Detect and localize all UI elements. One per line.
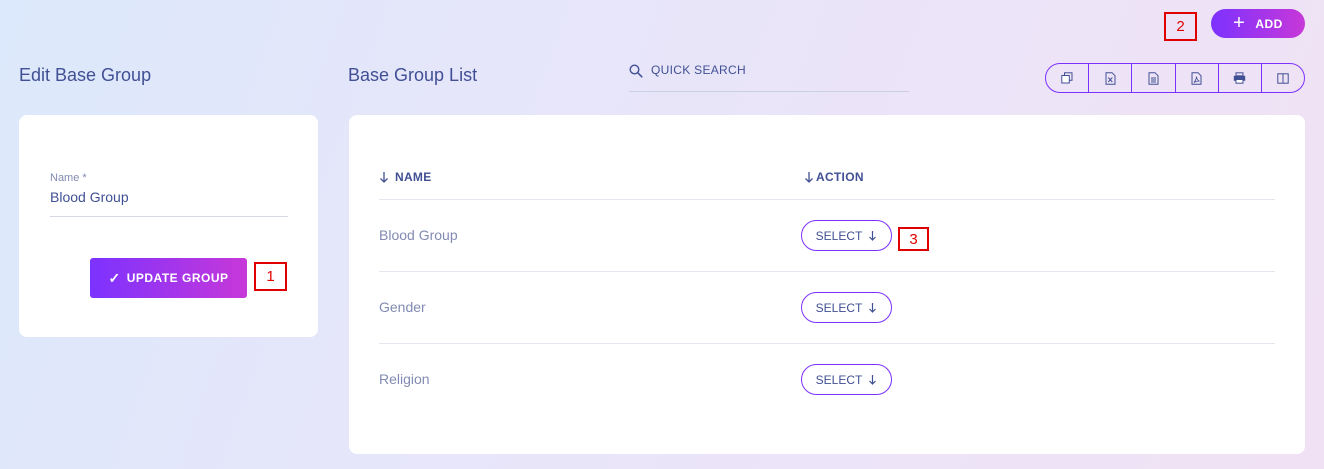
update-group-label: UPDATE GROUP bbox=[126, 271, 229, 285]
marker-label: 2 bbox=[1176, 18, 1185, 35]
select-button[interactable]: SELECT bbox=[801, 292, 892, 323]
copy-button[interactable] bbox=[1046, 64, 1090, 92]
arrow-down-icon bbox=[869, 375, 877, 385]
arrow-down-icon bbox=[805, 172, 813, 183]
quick-search[interactable]: QUICK SEARCH bbox=[629, 58, 909, 92]
table-row-name: Gender bbox=[379, 299, 426, 315]
print-icon bbox=[1234, 72, 1246, 84]
select-button[interactable]: SELECT bbox=[801, 220, 892, 251]
search-placeholder: QUICK SEARCH bbox=[651, 63, 746, 77]
row-divider bbox=[379, 271, 1275, 272]
columns-icon bbox=[1277, 72, 1289, 84]
arrow-down-icon bbox=[869, 303, 877, 313]
table-row-name: Religion bbox=[379, 371, 430, 387]
columns-button[interactable] bbox=[1262, 64, 1304, 92]
excel-button[interactable] bbox=[1089, 64, 1133, 92]
excel-icon bbox=[1105, 71, 1116, 85]
marker-label: 3 bbox=[909, 230, 918, 248]
name-field-underline bbox=[50, 216, 288, 217]
csv-button[interactable] bbox=[1132, 64, 1176, 92]
pdf-icon bbox=[1191, 71, 1202, 85]
table-row-name: Blood Group bbox=[379, 227, 458, 243]
add-button-label: ADD bbox=[1255, 16, 1283, 31]
column-header-action[interactable]: ACTION bbox=[804, 170, 864, 184]
select-label: SELECT bbox=[815, 300, 863, 315]
select-label: SELECT bbox=[815, 372, 863, 387]
print-button[interactable] bbox=[1219, 64, 1262, 92]
pdf-button[interactable] bbox=[1176, 64, 1219, 92]
row-divider bbox=[379, 343, 1275, 344]
arrow-down-icon bbox=[869, 231, 877, 241]
add-button[interactable]: + ADD bbox=[1211, 9, 1305, 38]
name-field-label: Name * bbox=[50, 172, 87, 184]
select-label: SELECT bbox=[815, 228, 863, 243]
csv-icon bbox=[1148, 71, 1159, 85]
list-panel-title: Base Group List bbox=[348, 65, 478, 85]
annotation-marker-3: 3 bbox=[898, 227, 929, 251]
export-toolbar bbox=[1045, 63, 1305, 93]
header-divider bbox=[379, 199, 1275, 200]
annotation-marker-2: 2 bbox=[1164, 12, 1197, 41]
marker-label: 1 bbox=[266, 268, 275, 285]
column-name-label: NAME bbox=[395, 170, 432, 184]
edit-card bbox=[19, 115, 318, 337]
arrow-down-icon bbox=[380, 172, 388, 183]
select-button[interactable]: SELECT bbox=[801, 364, 892, 395]
plus-icon: + bbox=[1233, 11, 1246, 34]
column-header-name[interactable]: NAME bbox=[379, 170, 432, 184]
check-icon: ✓ bbox=[108, 269, 121, 286]
edit-panel-title: Edit Base Group bbox=[19, 65, 152, 85]
annotation-marker-1: 1 bbox=[254, 262, 287, 291]
column-action-label: ACTION bbox=[816, 170, 864, 184]
copy-icon bbox=[1061, 72, 1073, 84]
list-card bbox=[349, 115, 1305, 454]
name-field[interactable]: Blood Group bbox=[50, 189, 129, 205]
search-icon bbox=[629, 64, 643, 78]
update-group-button[interactable]: ✓ UPDATE GROUP bbox=[90, 258, 247, 298]
